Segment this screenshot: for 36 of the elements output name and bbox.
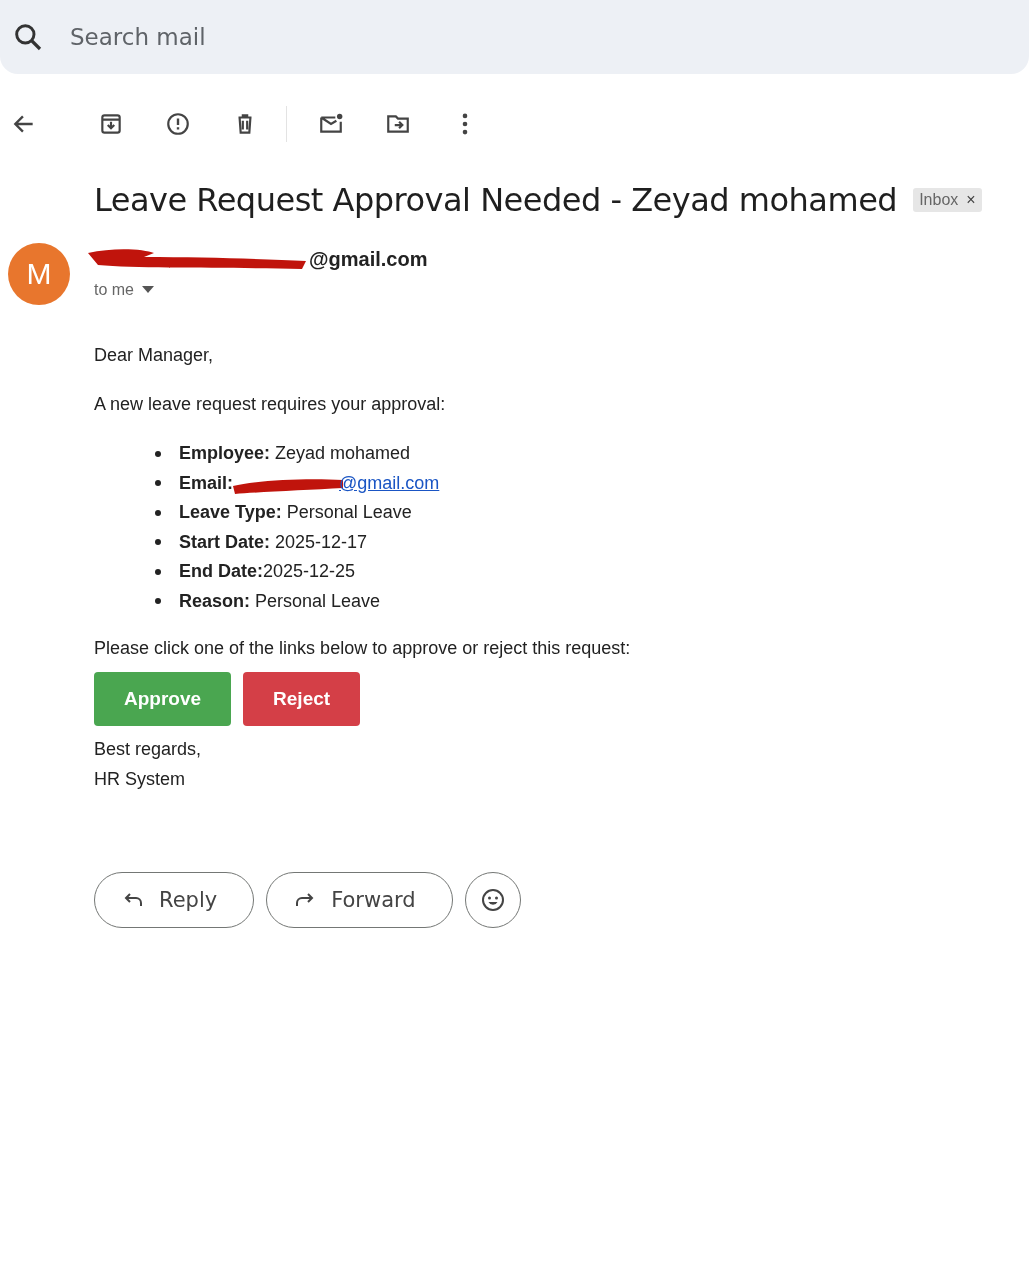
bullet bbox=[155, 450, 161, 457]
reply-button[interactable]: Reply bbox=[94, 872, 255, 928]
search-icon bbox=[12, 21, 44, 53]
detail-item: Start Date: 2025-12-17 bbox=[179, 531, 368, 553]
detail-item: Employee: Zeyad mohamed bbox=[179, 443, 411, 465]
remove-label-button[interactable]: × bbox=[966, 191, 976, 209]
label-text: Inbox bbox=[919, 191, 959, 209]
report-spam-button[interactable] bbox=[164, 110, 192, 138]
greeting-text: Dear Manager, bbox=[94, 345, 215, 366]
caret-icon bbox=[142, 286, 154, 294]
signoff-text: Best regards, bbox=[94, 738, 203, 761]
detail-item: Leave Type: Personal Leave bbox=[179, 502, 412, 524]
bullet bbox=[155, 598, 161, 605]
more-icon bbox=[462, 113, 468, 135]
bullet bbox=[155, 539, 161, 546]
bullet bbox=[155, 568, 161, 575]
search-bar[interactable]: Search mail bbox=[0, 0, 1029, 74]
archive-icon bbox=[98, 111, 124, 137]
detail-item: Reason: Personal Leave bbox=[179, 590, 381, 612]
recipient-dropdown[interactable]: to me bbox=[94, 281, 154, 299]
report-spam-icon bbox=[165, 111, 191, 137]
forward-button[interactable]: Forward bbox=[266, 872, 453, 928]
bullet bbox=[155, 480, 161, 487]
sender-avatar: M bbox=[8, 243, 70, 305]
detail-item: End Date:2025-12-25 bbox=[179, 561, 356, 583]
instruction-text: Please click one of the links below to approve or reject this request: bbox=[94, 638, 632, 659]
email-subject: Leave Request Approval Needed - Zeyad mohamed bbox=[94, 181, 898, 219]
search-field[interactable]: Search mail bbox=[68, 23, 872, 51]
smiley-icon bbox=[480, 888, 505, 912]
intro-text: A new leave request requires your approval: bbox=[94, 394, 447, 415]
reject-button[interactable]: Reject bbox=[243, 672, 361, 726]
detail-label: Email: bbox=[179, 472, 234, 494]
signoff-text: HR System bbox=[94, 768, 186, 791]
email-link[interactable]: @gmail.com bbox=[339, 472, 440, 494]
bullet bbox=[155, 509, 161, 516]
sender-email: @gmail.com bbox=[309, 247, 428, 271]
